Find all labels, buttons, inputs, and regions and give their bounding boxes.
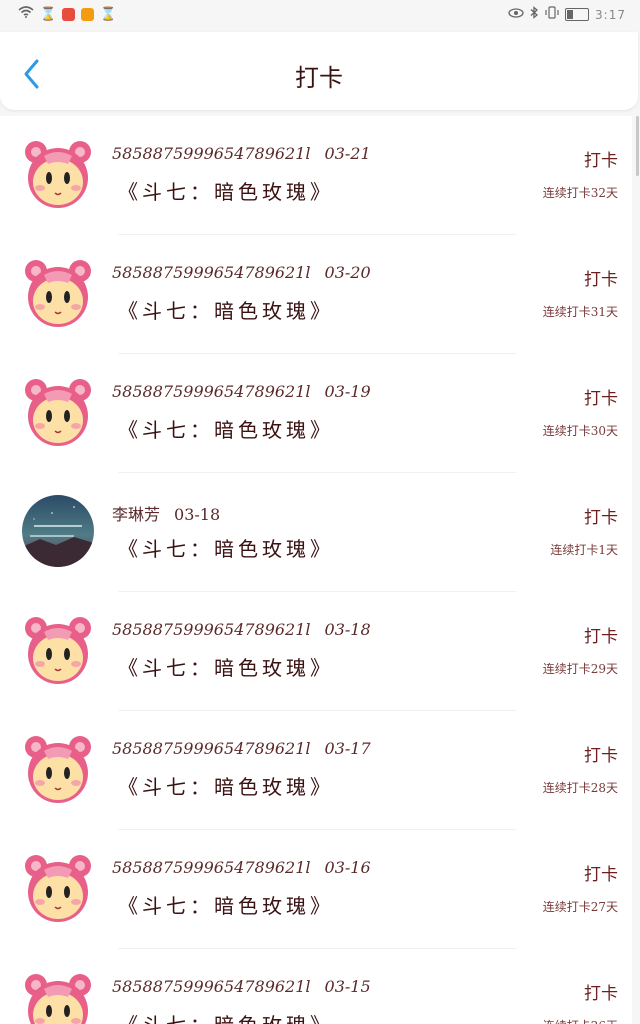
checkin-button[interactable]: 打卡 bbox=[584, 622, 618, 647]
avatar[interactable] bbox=[22, 495, 94, 567]
user-name: 5858875999654789621l bbox=[112, 858, 311, 877]
checkin-list[interactable]: 5858875999654789621l 03-21 《斗七：暗色玫瑰》 打卡 连续打卡… bbox=[0, 116, 632, 1024]
checkin-date: 03-21 bbox=[324, 144, 371, 163]
book-title: 《斗七：暗色玫瑰》 bbox=[118, 656, 334, 680]
checkin-date: 03-18 bbox=[324, 620, 371, 639]
status-left-icons: ⌛ ⌛ bbox=[18, 6, 116, 22]
user-name: 5858875999654789621l bbox=[112, 620, 311, 639]
checkin-button[interactable]: 打卡 bbox=[584, 265, 618, 290]
vibrate-icon bbox=[545, 6, 559, 23]
user-meta: 5858875999654789621l 03-19 bbox=[112, 382, 371, 401]
avatar[interactable] bbox=[22, 733, 94, 805]
checkin-button[interactable]: 打卡 bbox=[584, 741, 618, 766]
book-title: 《斗七：暗色玫瑰》 bbox=[118, 775, 334, 799]
checkin-date: 03-16 bbox=[324, 858, 371, 877]
checkin-date: 03-17 bbox=[324, 739, 371, 758]
list-item[interactable]: 5858875999654789621l 03-19 《斗七：暗色玫瑰》 打卡连续打卡… bbox=[0, 354, 632, 473]
user-meta: 5858875999654789621l 03-20 bbox=[112, 263, 371, 282]
streak-count: 连续打卡30天 bbox=[542, 424, 618, 438]
avatar[interactable] bbox=[22, 138, 94, 210]
checkin-date: 03-15 bbox=[324, 977, 371, 996]
user-meta: 5858875999654789621l 03-15 bbox=[112, 977, 371, 996]
scrollbar[interactable] bbox=[636, 116, 639, 176]
avatar[interactable] bbox=[22, 614, 94, 686]
avatar[interactable] bbox=[22, 376, 94, 448]
status-time: 3:17 bbox=[595, 7, 626, 22]
streak-count: 连续打卡28天 bbox=[542, 781, 618, 795]
checkin-button[interactable]: 打卡 bbox=[584, 860, 618, 885]
checkin-button[interactable]: 打卡 bbox=[584, 503, 618, 528]
user-meta: 5858875999654789621l 03-18 bbox=[112, 620, 371, 639]
user-name: 5858875999654789621l bbox=[112, 382, 311, 401]
streak-count: 连续打卡26天 bbox=[543, 1017, 618, 1024]
status-right-icons: 3:17 bbox=[508, 6, 626, 23]
user-name: 5858875999654789621l bbox=[112, 144, 311, 163]
avatar[interactable] bbox=[22, 852, 94, 924]
user-meta: 5858875999654789621l 03-17 bbox=[112, 739, 371, 758]
eye-icon bbox=[508, 7, 524, 22]
book-title: 《斗七：暗色玫瑰》 bbox=[118, 299, 334, 323]
list-item[interactable]: 5858875999654789621l 03-16 《斗七：暗色玫瑰》 打卡连续打卡… bbox=[0, 830, 632, 949]
play-icon bbox=[81, 7, 95, 21]
avatar[interactable] bbox=[22, 971, 94, 1024]
checkin-button[interactable]: 打卡 bbox=[584, 384, 618, 409]
book-title: 《斗七：暗色玫瑰》 bbox=[118, 180, 334, 204]
app-red-icon bbox=[62, 7, 76, 21]
book-title: 《斗七：暗色玫瑰》 bbox=[118, 537, 334, 561]
user-meta: 5858875999654789621l 03-16 bbox=[112, 858, 371, 877]
hourglass-icon: ⌛ bbox=[40, 6, 57, 22]
book-title: 《斗七：暗色玫瑰》 bbox=[118, 1009, 334, 1024]
streak-count: 连续打卡27天 bbox=[542, 900, 618, 914]
bluetooth-icon bbox=[530, 6, 539, 23]
user-meta: 李琳芳 03-18 bbox=[112, 501, 220, 525]
user-name: 5858875999654789621l bbox=[112, 263, 311, 282]
status-bar: ⌛ ⌛ 3:17 bbox=[0, 0, 640, 32]
streak-count: 连续打卡32天 bbox=[542, 186, 618, 200]
list-item[interactable]: 5858875999654789621l 03-15 《斗七：暗色玫瑰》 打卡连续打卡… bbox=[0, 949, 632, 1024]
user-meta: 5858875999654789621l 03-21 bbox=[112, 144, 371, 163]
checkin-date: 03-19 bbox=[324, 382, 371, 401]
streak-count: 连续打卡29天 bbox=[542, 662, 618, 676]
list-item[interactable]: 5858875999654789621l 03-21 《斗七：暗色玫瑰》 打卡连续打卡… bbox=[0, 116, 632, 235]
user-name: 5858875999654789621l bbox=[112, 739, 311, 758]
checkin-button[interactable]: 打卡 bbox=[584, 146, 618, 171]
header-bar: 打卡 bbox=[0, 32, 638, 110]
wifi-icon bbox=[18, 6, 34, 22]
checkin-date: 03-20 bbox=[324, 263, 371, 282]
checkin-date: 03-18 bbox=[174, 505, 221, 524]
streak-count: 连续打卡1天 bbox=[550, 543, 618, 557]
book-title: 《斗七：暗色玫瑰》 bbox=[118, 894, 334, 918]
streak-count: 连续打卡31天 bbox=[542, 305, 618, 319]
user-name: 李琳芳 bbox=[112, 505, 161, 524]
page-title: 打卡 bbox=[295, 64, 343, 92]
checkin-button[interactable]: 打卡 bbox=[584, 979, 618, 1004]
avatar[interactable] bbox=[22, 257, 94, 329]
list-item[interactable]: 李琳芳 03-18 《斗七：暗色玫瑰》 打卡连续打卡1天 bbox=[0, 473, 632, 592]
user-name: 5858875999654789621l bbox=[112, 977, 311, 996]
list-item[interactable]: 5858875999654789621l 03-17 《斗七：暗色玫瑰》 打卡连续打卡… bbox=[0, 711, 632, 830]
battery-icon bbox=[565, 8, 590, 21]
book-title: 《斗七：暗色玫瑰》 bbox=[118, 418, 334, 442]
list-item[interactable]: 5858875999654789621l 03-18 《斗七：暗色玫瑰》 打卡连续打卡… bbox=[0, 592, 632, 711]
list-item[interactable]: 5858875999654789621l 03-20 《斗七：暗色玫瑰》 打卡连续打卡… bbox=[0, 235, 632, 354]
hourglass-icon: ⌛ bbox=[100, 6, 117, 22]
